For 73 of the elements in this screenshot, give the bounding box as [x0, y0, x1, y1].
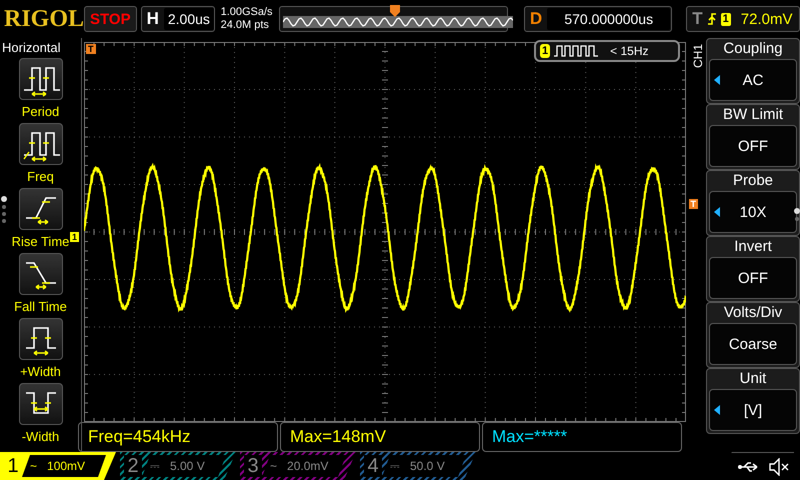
softkey-button[interactable]: Probe 10X [706, 170, 800, 236]
delay-label: D [528, 9, 544, 29]
measure-button[interactable] [18, 318, 62, 360]
trigger-level: 72.0mV [740, 10, 792, 28]
measurement-readout: Max=148mV [290, 427, 386, 446]
measure-label: Freq [27, 169, 54, 184]
timebase-value: 2.00us [164, 8, 214, 30]
channel-scale: 20.0mV [287, 459, 328, 473]
measure-label: -Width [22, 429, 60, 444]
softkey-title: Invert [734, 237, 772, 257]
measure-label: Rise Time [12, 234, 70, 249]
menu-title: Horizontal [1, 39, 62, 56]
measurement-readout: Max=***** [492, 427, 568, 446]
softkey-value: OFF [709, 257, 797, 299]
measurement-readout: Freq=454kHz [88, 427, 191, 446]
softkey-button[interactable]: Volts/Div Coarse [706, 302, 800, 368]
delay-value: 570.000000us [547, 8, 670, 30]
counter-channel-badge: 1 [540, 44, 550, 58]
channel-scale: 50.0 V [410, 459, 445, 473]
channel-marker: 1 [70, 232, 80, 242]
measure-button[interactable] [18, 383, 62, 425]
measure-button[interactable] [18, 123, 62, 165]
channel-tab[interactable]: 2 ⎓ 5.00 V [120, 452, 236, 480]
delay-box[interactable]: D 570.000000us [524, 6, 672, 32]
softkey-button[interactable]: BW Limit OFF [706, 104, 800, 170]
coupling-symbol: ~ [30, 459, 38, 473]
softkey-title: Coupling [723, 39, 783, 59]
softkey-title: Probe [732, 171, 774, 191]
timebase-label: H [146, 9, 160, 29]
measure-label: Fall Time [14, 299, 67, 314]
channel-number: 2 [124, 455, 142, 477]
coupling-symbol: ~ [270, 459, 278, 473]
trigger-level-marker: T [688, 199, 698, 209]
trigger-source-badge: 1 [720, 12, 731, 26]
trigger-box[interactable]: T 1 72.0mV [686, 6, 800, 32]
channel-tab[interactable]: 4 ⎓ 50.0 V [360, 452, 476, 480]
channel-number: 1 [6, 455, 20, 477]
channel-label: CH1 [690, 44, 704, 68]
sample-rate: 1.00GSa/s [220, 6, 273, 19]
measure-label: +Width [20, 364, 61, 379]
counter-reading: < 15Hz [610, 44, 648, 58]
softkey-button[interactable]: Invert OFF [706, 236, 800, 302]
mute-icon[interactable] [768, 458, 790, 476]
timebase-box[interactable]: H 2.00us [140, 6, 215, 32]
measure-button[interactable] [18, 188, 62, 230]
softkey-value: AC [709, 59, 797, 101]
coupling-symbol: ⎓ [150, 459, 160, 473]
softkey-value: [V] [709, 389, 797, 431]
coupling-symbol: ⎓ [390, 459, 400, 473]
measure-label: Period [22, 104, 60, 119]
softkey-title: BW Limit [723, 105, 783, 125]
rising-edge-icon [706, 12, 717, 26]
trigger-label: T [691, 9, 703, 29]
run-stop-button[interactable]: STOP [84, 6, 137, 32]
softkey-title: Volts/Div [724, 303, 782, 323]
usb-icon [738, 460, 760, 472]
channel-tab[interactable]: 1 ~ 100mV [0, 452, 116, 480]
measure-button[interactable] [18, 58, 62, 100]
measure-button[interactable] [18, 253, 62, 295]
softkey-title: Unit [740, 369, 766, 389]
channel-tab[interactable]: 3 ~ 20.0mV [240, 452, 356, 480]
channel-number: 3 [244, 455, 262, 477]
trigger-position-icon [390, 5, 400, 17]
trigger-position-marker: T [86, 44, 96, 54]
softkey-value: Coarse [709, 323, 797, 365]
memory-depth: 24.0M pts [220, 19, 270, 32]
softkey-button[interactable]: Coupling AC [706, 38, 800, 104]
channel-scale: 5.00 V [170, 459, 205, 473]
channel-scale: 100mV [47, 459, 86, 473]
softkey-button[interactable]: Unit [V] [706, 368, 800, 434]
softkey-value: 10X [709, 191, 797, 233]
channel-number: 4 [364, 455, 382, 477]
softkey-value: OFF [709, 125, 797, 167]
